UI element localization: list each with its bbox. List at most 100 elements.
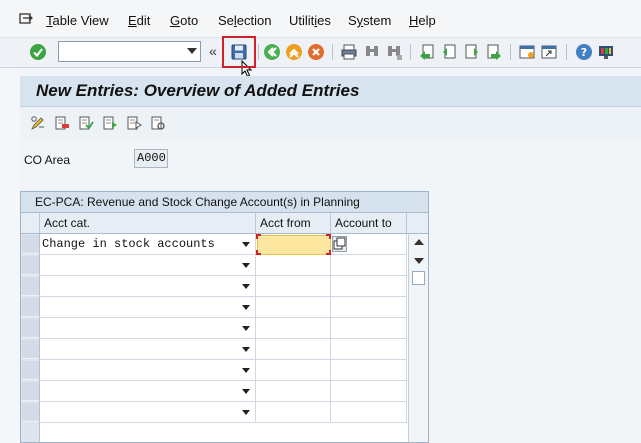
find-icon[interactable] bbox=[363, 43, 381, 61]
account-to-cell[interactable] bbox=[331, 255, 407, 276]
print-icon[interactable] bbox=[340, 43, 358, 61]
customize-icon[interactable] bbox=[597, 43, 615, 61]
acct-cat-cell[interactable] bbox=[40, 318, 256, 339]
change-display-icon[interactable] bbox=[30, 115, 46, 131]
acct-from-cell[interactable] bbox=[256, 318, 331, 339]
acct-cat-cell[interactable]: Change in stock accounts bbox=[40, 234, 256, 255]
select-block-icon[interactable] bbox=[102, 115, 118, 131]
focus-marker bbox=[256, 234, 261, 239]
acct-cat-cell[interactable] bbox=[40, 402, 256, 423]
row-selector[interactable] bbox=[22, 319, 39, 338]
row-selector[interactable] bbox=[22, 256, 39, 275]
acct-from-cell[interactable] bbox=[256, 360, 331, 381]
acct-cat-cell[interactable] bbox=[40, 360, 256, 381]
find-next-icon[interactable] bbox=[385, 43, 403, 61]
deselect-all-icon[interactable] bbox=[126, 115, 142, 131]
menu-bar: Table View Edit Goto Selection Utilities… bbox=[0, 0, 641, 38]
table-row bbox=[40, 276, 407, 297]
chevron-down-icon[interactable] bbox=[242, 263, 250, 268]
acct-from-input[interactable] bbox=[257, 235, 331, 255]
menu-goto[interactable]: Goto bbox=[170, 13, 198, 28]
application-toolbar bbox=[20, 107, 641, 140]
cancel-icon[interactable] bbox=[307, 43, 325, 61]
command-field[interactable] bbox=[58, 41, 201, 62]
acct-cat-cell[interactable] bbox=[40, 381, 256, 402]
value-help-button[interactable] bbox=[332, 236, 347, 252]
vertical-scrollbar[interactable] bbox=[408, 234, 428, 442]
page-title: New Entries: Overview of Added Entries bbox=[36, 81, 360, 100]
menu-system[interactable]: System bbox=[348, 13, 391, 28]
chevron-down-icon[interactable] bbox=[242, 284, 250, 289]
last-page-icon[interactable] bbox=[485, 43, 503, 61]
account-to-cell[interactable] bbox=[331, 297, 407, 318]
prev-page-icon[interactable] bbox=[440, 43, 458, 61]
acct-cat-cell[interactable] bbox=[40, 255, 256, 276]
acct-cat-cell[interactable] bbox=[40, 276, 256, 297]
row-selector[interactable] bbox=[22, 277, 39, 296]
chevron-down-icon[interactable] bbox=[242, 347, 250, 352]
acct-from-cell[interactable] bbox=[256, 339, 331, 360]
row-selector[interactable] bbox=[22, 235, 39, 254]
acct-from-cell[interactable] bbox=[256, 297, 331, 318]
focus-marker bbox=[326, 234, 331, 239]
acct-cat-cell[interactable] bbox=[40, 339, 256, 360]
row-selector[interactable] bbox=[22, 298, 39, 317]
chevron-down-icon[interactable] bbox=[242, 326, 250, 331]
check-icon[interactable] bbox=[29, 43, 47, 61]
chevron-down-icon[interactable] bbox=[187, 48, 197, 54]
select-all-icon[interactable] bbox=[78, 115, 94, 131]
table-row: Change in stock accounts bbox=[40, 234, 407, 255]
account-to-cell[interactable] bbox=[331, 360, 407, 381]
create-session-icon[interactable] bbox=[518, 43, 536, 61]
chevron-down-icon[interactable] bbox=[242, 368, 250, 373]
next-page-icon[interactable] bbox=[463, 43, 481, 61]
column-header-account-to[interactable]: Account to bbox=[331, 213, 407, 233]
select-all-rows-button[interactable] bbox=[21, 213, 40, 233]
scroll-down-icon[interactable] bbox=[414, 258, 424, 264]
exit-icon[interactable] bbox=[285, 43, 303, 61]
chevron-down-icon[interactable] bbox=[242, 242, 250, 247]
menu-selection[interactable]: Selection bbox=[218, 13, 272, 28]
standard-toolbar: « ? bbox=[0, 38, 641, 78]
nav-arrows[interactable]: « bbox=[209, 43, 217, 59]
acct-from-cell[interactable] bbox=[256, 402, 331, 423]
acct-from-cell[interactable] bbox=[256, 276, 331, 297]
column-header-acct-cat[interactable]: Acct cat. bbox=[40, 213, 256, 233]
column-header-acct-from[interactable]: Acct from bbox=[256, 213, 331, 233]
row-selector[interactable] bbox=[22, 403, 39, 422]
chevron-down-icon[interactable] bbox=[242, 389, 250, 394]
left-edge bbox=[0, 68, 20, 443]
svg-text:?: ? bbox=[581, 46, 587, 59]
account-to-cell[interactable] bbox=[331, 339, 407, 360]
scroll-up-icon[interactable] bbox=[414, 239, 424, 245]
menu-help[interactable]: Help bbox=[409, 13, 436, 28]
command-input[interactable] bbox=[61, 44, 179, 59]
menu-edit[interactable]: Edit bbox=[128, 13, 150, 28]
row-selector[interactable] bbox=[22, 340, 39, 359]
help-icon[interactable]: ? bbox=[575, 43, 593, 61]
chevron-down-icon[interactable] bbox=[242, 305, 250, 310]
account-to-cell[interactable] bbox=[331, 318, 407, 339]
account-to-cell[interactable] bbox=[331, 381, 407, 402]
save-button-highlight bbox=[222, 36, 256, 68]
delete-row-icon[interactable] bbox=[54, 115, 70, 131]
account-to-cell[interactable] bbox=[331, 276, 407, 297]
acct-cat-cell[interactable] bbox=[40, 297, 256, 318]
shortcut-icon[interactable] bbox=[540, 43, 558, 61]
where-used-icon[interactable] bbox=[150, 115, 166, 131]
first-page-icon[interactable] bbox=[418, 43, 436, 61]
account-to-cell[interactable] bbox=[331, 402, 407, 423]
row-selector[interactable] bbox=[22, 361, 39, 380]
menu-table-view[interactable]: Table View bbox=[46, 13, 109, 28]
back-icon[interactable] bbox=[263, 43, 281, 61]
co-area-value: A000 bbox=[134, 149, 168, 168]
acct-from-cell[interactable] bbox=[256, 381, 331, 402]
menu-utilities[interactable]: Utilities bbox=[289, 13, 331, 28]
table-row bbox=[40, 360, 407, 381]
chevron-down-icon[interactable] bbox=[242, 410, 250, 415]
scroll-thumb[interactable] bbox=[412, 271, 425, 285]
row-selector[interactable] bbox=[22, 382, 39, 401]
menu-icon[interactable] bbox=[19, 13, 33, 25]
acct-from-cell[interactable] bbox=[256, 255, 331, 276]
table-row bbox=[40, 381, 407, 402]
